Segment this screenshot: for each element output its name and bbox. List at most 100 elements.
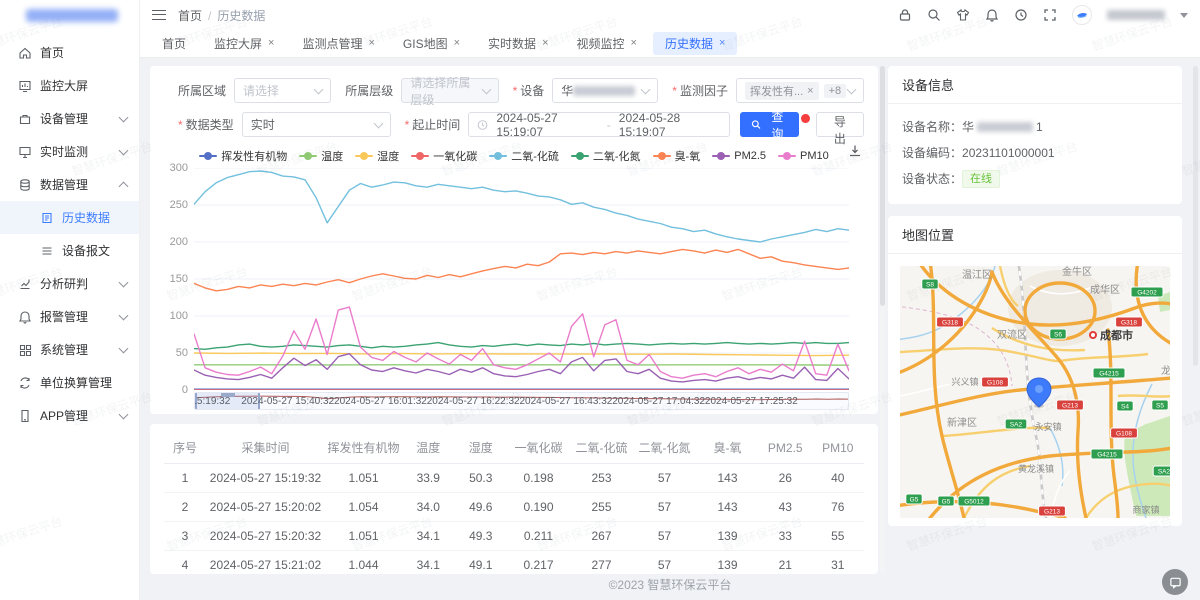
legend-marker: [571, 152, 589, 160]
tab[interactable]: 首页: [150, 32, 198, 55]
page-scrollbar[interactable]: [1193, 66, 1198, 574]
floating-chat-button[interactable]: [1162, 569, 1188, 595]
table-cell: 2024-05-27 15:20:02: [206, 493, 325, 522]
sidebar-item-label: APP管理: [40, 407, 120, 424]
datazoom-slider[interactable]: 4-05-2 15:19:322024-05-27 15:40:322024-0…: [194, 392, 849, 410]
table-row[interactable]: 42024-05-27 15:21:021.04434.149.10.21727…: [164, 551, 864, 575]
tab-close-icon[interactable]: ×: [268, 38, 274, 49]
tab[interactable]: 视频监控×: [565, 32, 649, 55]
search-icon[interactable]: [927, 8, 941, 22]
sidebar-item-menu[interactable]: 系统管理: [0, 333, 139, 366]
legend-item[interactable]: 一氧化碳: [411, 148, 477, 164]
fullscreen-icon[interactable]: [1043, 8, 1057, 22]
level-select[interactable]: 请选择所属层级: [401, 78, 498, 103]
legend-label: 臭-氧: [675, 148, 701, 164]
clock-icon[interactable]: [1014, 8, 1028, 22]
legend-marker: [653, 152, 671, 160]
main-scrollbar[interactable]: [880, 66, 885, 574]
theme-tshirt-icon[interactable]: [956, 8, 970, 22]
tab[interactable]: 监控大屏×: [202, 32, 286, 55]
export-button[interactable]: 导出: [816, 112, 864, 137]
legend-item[interactable]: 二氧-化硫: [489, 148, 559, 164]
time-end-value[interactable]: 2024-05-28 15:19:07: [619, 111, 721, 139]
svg-text:G318: G318: [942, 320, 958, 327]
factor-multiselect[interactable]: 挥发性有...× +8: [736, 78, 864, 103]
lock-icon[interactable]: [898, 8, 912, 22]
tab-close-icon[interactable]: ×: [631, 38, 637, 49]
map[interactable]: S8G318G4202G318S6G108G4215G213S4S5SA2G10…: [900, 266, 1170, 518]
chart-y-axis-labels: 050100150200250300: [164, 168, 194, 390]
chart-plot: [194, 168, 849, 390]
svg-text:G213: G213: [1044, 509, 1060, 516]
device-status-row: 设备状态： 在线: [902, 166, 1168, 192]
tag-close-icon[interactable]: ×: [807, 85, 813, 97]
legend-item[interactable]: PM2.5: [712, 150, 766, 162]
filter-row-1: 所属区域 请选择 所属层级 请选择所属层级 设备 华 监测因子 挥发性有...×…: [164, 78, 864, 103]
datatype-select[interactable]: 实时: [242, 112, 391, 137]
datatype-label: 数据类型: [178, 116, 234, 133]
device-name-row: 设备名称： 华 1: [902, 114, 1168, 140]
sidebar-item-sub-menu[interactable]: 设备报文: [0, 234, 139, 267]
screen-icon: [18, 79, 32, 93]
tab-close-icon[interactable]: ×: [454, 38, 460, 49]
legend-item[interactable]: 温度: [299, 148, 343, 164]
time-start-value[interactable]: 2024-05-27 15:19:07: [496, 111, 598, 139]
table-column-header: PM10: [812, 432, 865, 464]
svg-text:G5012: G5012: [964, 499, 984, 506]
sidebar-item-menu[interactable]: 分析研判: [0, 267, 139, 300]
device-select[interactable]: 华: [552, 78, 658, 103]
legend-item[interactable]: 臭-氧: [653, 148, 701, 164]
legend-item[interactable]: 湿度: [355, 148, 399, 164]
sidebar-item-menu[interactable]: 单位换算管理: [0, 366, 139, 399]
device-info-title: 设备信息: [888, 66, 1182, 104]
sidebar-item-menu[interactable]: 报警管理: [0, 300, 139, 333]
sidebar-item-menu[interactable]: 实时监测: [0, 135, 139, 168]
tab-close-icon[interactable]: ×: [719, 38, 725, 49]
sidebar-item-menu[interactable]: 首页: [0, 36, 139, 69]
road-badge: G4215: [1091, 449, 1123, 459]
tab[interactable]: 历史数据×: [653, 32, 737, 55]
legend-item[interactable]: 挥发性有机物: [199, 148, 287, 164]
breadcrumb-root[interactable]: 首页: [178, 9, 202, 23]
tab[interactable]: GIS地图×: [391, 32, 472, 55]
svg-text:S6: S6: [1054, 332, 1062, 339]
user-avatar[interactable]: [1072, 5, 1092, 25]
username-redacted[interactable]: [1107, 10, 1165, 20]
table-row[interactable]: 12024-05-27 15:19:321.05133.950.30.19825…: [164, 464, 864, 493]
map-place-label: 龙: [1161, 364, 1170, 377]
map-city-label: 成都市: [1100, 328, 1133, 342]
region-select[interactable]: 请选择: [234, 78, 331, 103]
bell-icon[interactable]: [985, 8, 999, 22]
table-column-header: 挥发性有机物: [325, 432, 402, 464]
search-button[interactable]: 查询: [740, 112, 799, 137]
table-column-header: 湿度: [455, 432, 508, 464]
sidebar-item-menu[interactable]: 监控大屏: [0, 69, 139, 102]
sidebar-item-sub-menu[interactable]: 历史数据: [0, 201, 139, 234]
legend-label: 二氧-化氮: [593, 148, 641, 164]
tab[interactable]: 实时数据×: [476, 32, 560, 55]
table-cell: 2024-05-27 15:20:32: [206, 522, 325, 551]
sidebar-item-menu[interactable]: 设备管理: [0, 102, 139, 135]
tab[interactable]: 监测点管理×: [290, 32, 386, 55]
table-cell: 0.211: [507, 522, 570, 551]
table-row[interactable]: 22024-05-27 15:20:021.05434.049.60.19025…: [164, 493, 864, 522]
table-row[interactable]: 32024-05-27 15:20:321.05134.149.30.21126…: [164, 522, 864, 551]
factor-tag[interactable]: 挥发性有...×: [745, 82, 819, 100]
line-chart[interactable]: 050100150200250300 4-05-2 15:19:322024-0…: [164, 168, 864, 410]
collapse-menu-icon[interactable]: [152, 10, 166, 20]
database-icon: [18, 178, 32, 192]
legend-item[interactable]: 二氧-化氮: [571, 148, 641, 164]
factor-more-tag[interactable]: +8: [824, 84, 847, 98]
chart-download-icon[interactable]: [848, 144, 862, 158]
datetime-range-input[interactable]: 2024-05-27 15:19:07 - 2024-05-28 15:19:0…: [468, 112, 730, 137]
sidebar-item-menu[interactable]: 数据管理: [0, 168, 139, 201]
chevron-down-icon: [119, 343, 129, 353]
map-place-label: 金牛区: [1062, 266, 1092, 278]
sidebar-item-menu[interactable]: APP管理: [0, 399, 139, 432]
table-cell: 143: [696, 493, 759, 522]
tab-close-icon[interactable]: ×: [542, 38, 548, 49]
sidebar-item-label: 设备报文: [62, 242, 127, 259]
tab-close-icon[interactable]: ×: [368, 38, 374, 49]
user-menu-caret-icon[interactable]: [1180, 13, 1188, 18]
legend-item[interactable]: PM10: [778, 150, 829, 162]
